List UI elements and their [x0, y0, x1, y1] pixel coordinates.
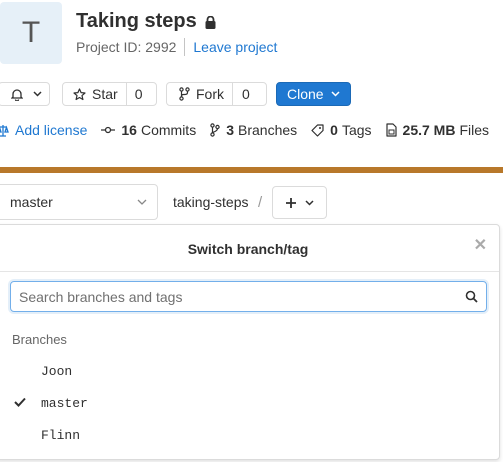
tag-icon [311, 123, 324, 137]
tags-stat[interactable]: 0 Tags [311, 122, 372, 138]
notification-button[interactable] [0, 82, 50, 106]
project-avatar: T [0, 2, 62, 64]
close-icon[interactable]: ✕ [474, 235, 487, 255]
avatar-letter: T [21, 16, 41, 49]
leave-project-link[interactable]: Leave project [193, 39, 277, 55]
star-icon [73, 87, 86, 100]
clone-button[interactable]: Clone [276, 82, 351, 106]
branch-search-field[interactable] [10, 281, 487, 312]
clone-label: Clone [287, 86, 324, 102]
add-license-label: Add license [15, 122, 88, 138]
branches-label: Branches [238, 122, 298, 138]
star-label: Star [92, 86, 118, 102]
chevron-down-icon [305, 199, 314, 206]
files-stat[interactable]: 25.7 MB Files [385, 122, 490, 138]
chevron-down-icon [331, 91, 340, 97]
commits-label: Commits [140, 122, 197, 138]
bell-icon [11, 88, 23, 101]
dropdown-divider [0, 271, 499, 272]
branch-dropdown: Switch branch/tag ✕ Branches Joon master… [0, 224, 500, 460]
fork-count[interactable]: 0 [232, 83, 259, 105]
lock-icon [205, 16, 216, 29]
breadcrumb-separator: / [258, 194, 263, 211]
project-banner-bar [0, 167, 503, 173]
files-label: Files [459, 122, 490, 138]
project-meta: Project ID: 2992 Leave project [76, 38, 277, 56]
commits-stat[interactable]: 16 Commits [101, 122, 196, 138]
branch-selector-value: master [10, 194, 53, 210]
plus-icon [286, 197, 296, 208]
branches-count: 3 [226, 122, 234, 138]
branch-item[interactable]: Joon [41, 364, 72, 379]
branch-search-input[interactable] [19, 288, 465, 305]
project-title: Taking steps [76, 10, 216, 33]
add-license-link[interactable]: Add license [0, 122, 87, 138]
chevron-down-icon [33, 91, 42, 97]
project-stats: Add license 16 Commits 3 Branches 0 Tags [0, 122, 503, 138]
chevron-down-icon [137, 199, 147, 205]
check-icon [14, 397, 26, 407]
branch-item-selected[interactable]: master [41, 396, 88, 411]
files-size: 25.7 MB [402, 122, 456, 138]
commits-count: 16 [121, 122, 137, 138]
commit-icon [101, 126, 116, 134]
fork-label: Fork [196, 86, 224, 102]
search-icon [465, 290, 478, 303]
breadcrumb-root[interactable]: taking-steps [173, 194, 248, 210]
project-title-text: Taking steps [76, 10, 197, 32]
fork-icon [179, 87, 190, 101]
branch-selector[interactable]: master [0, 184, 158, 220]
fork-button[interactable]: Fork 0 [166, 82, 267, 106]
add-file-button[interactable] [272, 186, 327, 219]
branches-section-label: Branches [12, 332, 67, 347]
star-button[interactable]: Star 0 [62, 82, 157, 106]
project-id: Project ID: 2992 [76, 39, 177, 55]
scale-icon [0, 124, 9, 137]
dropdown-title: Switch branch/tag [187, 241, 309, 257]
branches-stat[interactable]: 3 Branches [210, 122, 297, 138]
tags-label: Tags [341, 122, 372, 138]
branch-icon [210, 123, 220, 137]
file-icon [385, 123, 397, 137]
meta-divider [184, 38, 186, 56]
star-count[interactable]: 0 [125, 83, 151, 105]
tags-count: 0 [330, 122, 338, 138]
branch-item[interactable]: Flinn [41, 428, 80, 443]
